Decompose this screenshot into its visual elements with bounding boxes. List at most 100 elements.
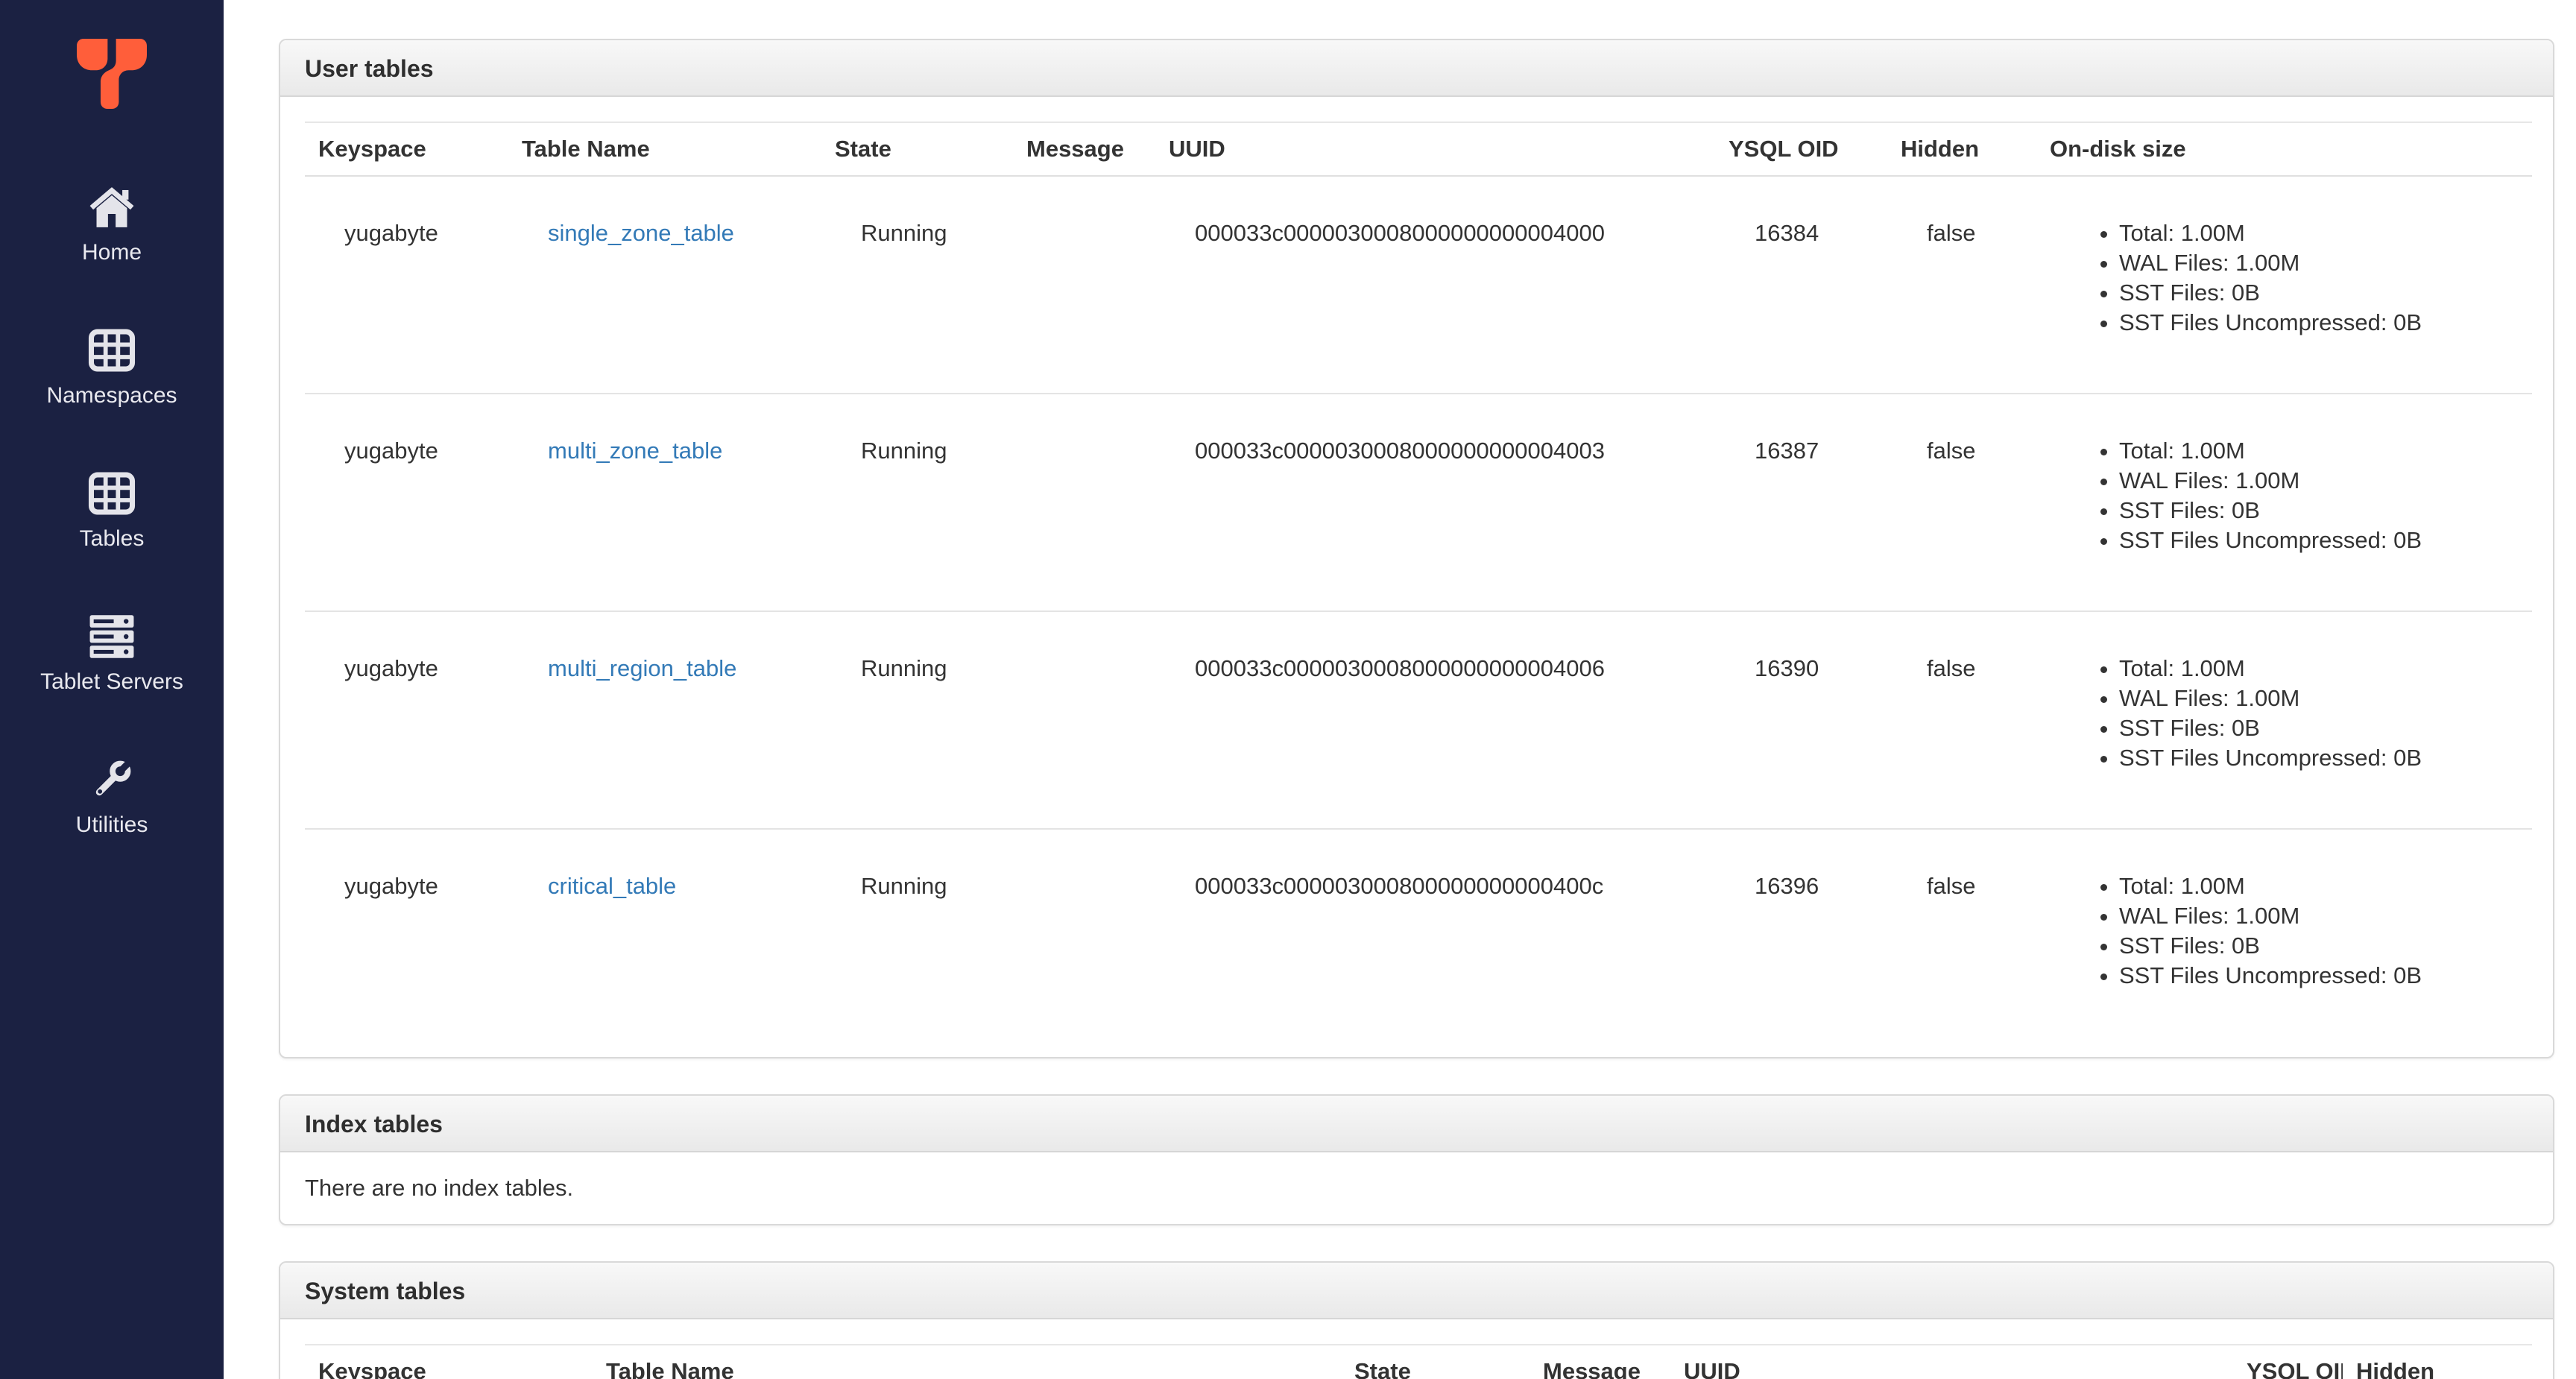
column-header-table-name: Table Name: [593, 1345, 1341, 1379]
table-name-link[interactable]: multi_region_table: [548, 655, 736, 681]
tablet-servers-icon: [89, 615, 134, 658]
column-header-keyspace: Keyspace: [305, 1345, 593, 1379]
uuid-cell: 000033c0000030008000000000004006: [1155, 610, 1715, 829]
table-row: yugabyte multi_zone_table Running 000033c00…: [305, 393, 2532, 611]
table-name-link[interactable]: single_zone_table: [548, 220, 734, 246]
on-disk-size-cell: Total: 1.00MWAL Files: 1.00MSST Files: 0…: [2036, 176, 2532, 394]
on-disk-size-list: Total: 1.00MWAL Files: 1.00MSST Files: 0…: [2076, 871, 2519, 991]
column-header-table-name: Table Name: [508, 122, 821, 177]
utilities-icon: [95, 760, 131, 796]
user-tables-body: Keyspace Table Name State Message UUID YSQL O…: [280, 97, 2553, 1057]
index-tables-heading: Index tables: [280, 1096, 2553, 1152]
keyspace-cell: yugabyte: [305, 610, 508, 829]
column-header-message: Message: [1013, 122, 1155, 177]
sidebar-item-label: Utilities: [75, 812, 148, 837]
ysql-oid-cell: 16387: [1715, 393, 1887, 611]
system-tables-panel: System tables Keyspace Table Name State Mes…: [279, 1261, 2554, 1379]
column-header-ysql-oid: YSQL OID: [2233, 1345, 2343, 1379]
on-disk-size-item: WAL Files: 1.00M: [2119, 248, 2519, 278]
keyspace-cell: yugabyte: [305, 828, 508, 1046]
index-tables-panel: Index tables There are no index tables.: [279, 1094, 2554, 1225]
on-disk-size-item: SST Files: 0B: [2119, 278, 2519, 308]
on-disk-size-list: Total: 1.00MWAL Files: 1.00MSST Files: 0…: [2076, 218, 2519, 338]
user-tables-table: Keyspace Table Name State Message UUID YSQL O…: [305, 122, 2532, 1046]
table-name-link[interactable]: multi_zone_table: [548, 438, 722, 464]
on-disk-size-list: Total: 1.00MWAL Files: 1.00MSST Files: 0…: [2076, 436, 2519, 555]
sidebar: Home Namespaces Tables Tablet Servers Ut…: [0, 0, 224, 1379]
header-row: Keyspace Table Name State Message UUID YSQL O…: [305, 122, 2532, 177]
on-disk-size-item: SST Files Uncompressed: 0B: [2119, 526, 2519, 555]
home-icon: [89, 187, 134, 227]
table-name-cell: single_zone_table: [508, 176, 821, 394]
sidebar-nav: Home Namespaces Tables Tablet Servers Ut…: [0, 183, 224, 899]
sidebar-item-utilities[interactable]: Utilities: [0, 756, 224, 841]
column-header-on-disk-size: On-disk size: [2036, 122, 2532, 177]
on-disk-size-cell: Total: 1.00MWAL Files: 1.00MSST Files: 0…: [2036, 610, 2532, 829]
on-disk-size-cell: Total: 1.00MWAL Files: 1.00MSST Files: 0…: [2036, 828, 2532, 1046]
hidden-cell: false: [1927, 220, 1976, 246]
table-name-cell: multi_zone_table: [508, 393, 821, 611]
column-header-hidden: Hidden: [2343, 1345, 2532, 1379]
keyspace-cell: yugabyte: [344, 220, 438, 246]
main-content: User tables Keyspace Table Name State Messa…: [224, 0, 2576, 1379]
hidden-cell: false: [1887, 393, 2036, 611]
on-disk-size-item: WAL Files: 1.00M: [2119, 901, 2519, 931]
hidden-cell: false: [1887, 828, 2036, 1046]
ysql-oid-cell: 16390: [1715, 610, 1887, 829]
hidden-cell: false: [1887, 610, 2036, 829]
header-row: Keyspace Table Name State Message UUID YSQL O…: [305, 1345, 2532, 1379]
message-cell: [1013, 610, 1155, 829]
namespaces-icon: [88, 329, 136, 372]
column-header-state: State: [1341, 1345, 1530, 1379]
system-tables-body: Keyspace Table Name State Message UUID YSQL O…: [280, 1319, 2553, 1379]
on-disk-size-item: WAL Files: 1.00M: [2119, 684, 2519, 713]
table-name-link[interactable]: critical_table: [548, 873, 676, 899]
table-name-cell: critical_table: [508, 828, 821, 1046]
empty-index-tables-message: There are no index tables.: [305, 1175, 574, 1201]
system-tables-heading: System tables: [280, 1263, 2553, 1319]
sidebar-item-home[interactable]: Home: [0, 183, 224, 268]
table-row: yugabyte single_zone_table Running 000033c0…: [305, 176, 2532, 394]
user-tables-panel: User tables Keyspace Table Name State Messa…: [279, 39, 2554, 1058]
on-disk-size-list: Total: 1.00MWAL Files: 1.00MSST Files: 0…: [2076, 654, 2519, 773]
yugabyte-logo[interactable]: [77, 39, 147, 109]
column-header-keyspace: Keyspace: [305, 122, 508, 177]
sidebar-item-namespaces[interactable]: Namespaces: [0, 326, 224, 411]
on-disk-size-item: SST Files Uncompressed: 0B: [2119, 961, 2519, 991]
on-disk-size-item: Total: 1.00M: [2119, 871, 2519, 901]
state-cell: Running: [821, 393, 1013, 611]
message-cell: [1013, 828, 1155, 1046]
state-cell: Running: [821, 828, 1013, 1046]
column-header-uuid: UUID: [1670, 1345, 2233, 1379]
on-disk-size-item: Total: 1.00M: [2119, 436, 2519, 466]
table-name-cell: multi_region_table: [508, 610, 821, 829]
panel-title: Index tables: [305, 1111, 443, 1137]
ysql-oid-cell: 16396: [1715, 828, 1887, 1046]
column-header-uuid: UUID: [1155, 122, 1715, 177]
ysql-oid-cell: 16384: [1755, 220, 1819, 246]
sidebar-item-tablet-servers[interactable]: Tablet Servers: [0, 613, 224, 698]
sidebar-item-label: Home: [81, 240, 142, 265]
system-tables-table: Keyspace Table Name State Message UUID YSQL O…: [305, 1344, 2532, 1379]
on-disk-size-item: WAL Files: 1.00M: [2119, 466, 2519, 496]
on-disk-size-item: SST Files Uncompressed: 0B: [2119, 308, 2519, 338]
on-disk-size-cell: Total: 1.00MWAL Files: 1.00MSST Files: 0…: [2036, 393, 2532, 611]
sidebar-item-label: Tablet Servers: [40, 669, 183, 694]
sidebar-item-label: Tables: [79, 526, 145, 551]
uuid-cell: 000033c0000030008000000000004003: [1155, 393, 1715, 611]
index-tables-body: There are no index tables.: [280, 1152, 2553, 1224]
sidebar-item-tables[interactable]: Tables: [0, 470, 224, 555]
on-disk-size-item: Total: 1.00M: [2119, 654, 2519, 684]
message-cell: [1013, 176, 1155, 394]
column-header-hidden: Hidden: [1887, 122, 2036, 177]
on-disk-size-item: SST Files Uncompressed: 0B: [2119, 743, 2519, 773]
uuid-cell: 000033c0000030008000000000004000: [1195, 220, 1605, 246]
column-header-ysql-oid: YSQL OID: [1715, 122, 1887, 177]
sidebar-item-label: Namespaces: [46, 383, 177, 408]
user-tables-heading: User tables: [280, 40, 2553, 97]
column-header-state: State: [821, 122, 1013, 177]
on-disk-size-item: SST Files: 0B: [2119, 931, 2519, 961]
on-disk-size-item: SST Files: 0B: [2119, 496, 2519, 526]
table-row: yugabyte multi_region_table Running 000033c…: [305, 610, 2532, 829]
state-cell: Running: [861, 220, 947, 246]
